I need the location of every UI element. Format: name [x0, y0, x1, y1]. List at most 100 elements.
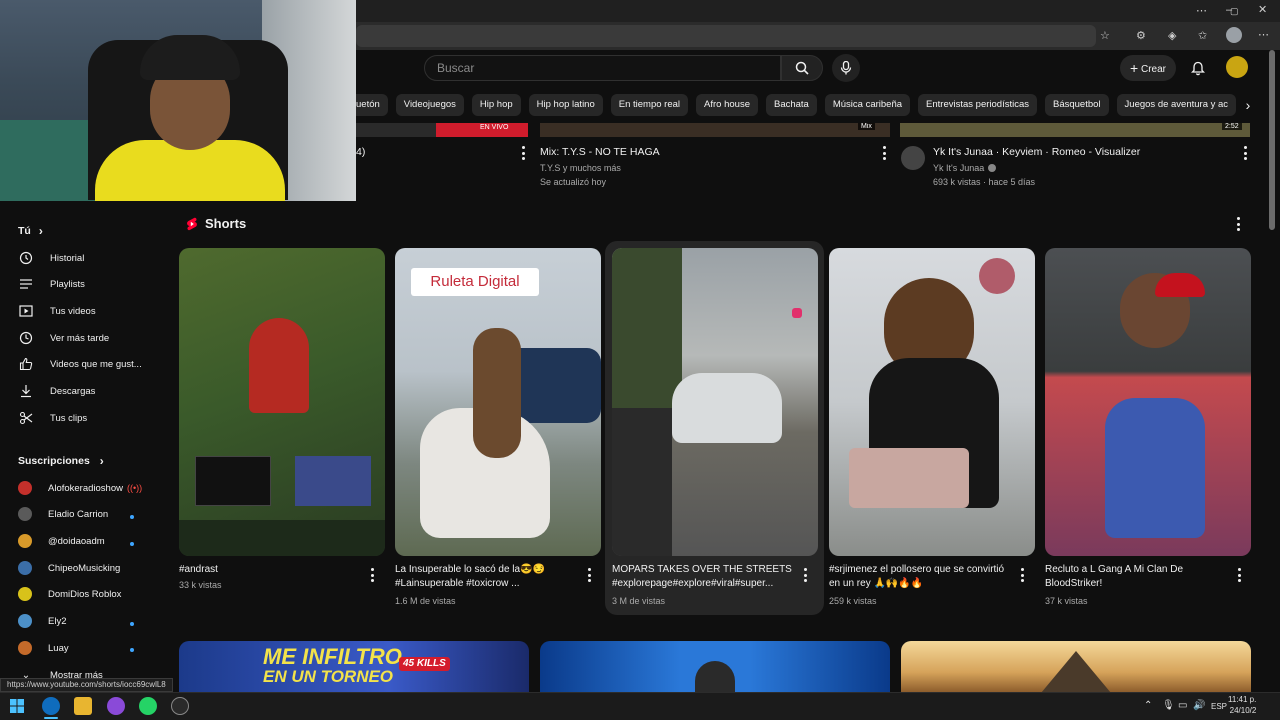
- more-vert-icon[interactable]: [879, 146, 889, 160]
- video-thumbnail[interactable]: EN VIVO: [356, 123, 528, 137]
- search-button[interactable]: [781, 55, 823, 81]
- more-vert-icon[interactable]: [584, 568, 594, 582]
- short-title[interactable]: Recluto a L Gang A Mi Clan De BloodStrik…: [1045, 563, 1225, 591]
- subscription-item[interactable]: ChipeoMusicking: [18, 558, 120, 578]
- duration-badge: 2:52: [1222, 123, 1242, 130]
- url-box[interactable]: [356, 25, 1096, 47]
- maximize-icon[interactable]: ▢: [1230, 4, 1239, 18]
- chip[interactable]: Hip hop latino: [528, 94, 603, 116]
- favorites-icon[interactable]: ✩: [1198, 29, 1207, 43]
- search-input[interactable]: Buscar: [424, 55, 781, 81]
- chip[interactable]: Entrevistas periodísticas: [918, 94, 1037, 116]
- language-indicator[interactable]: ESP: [1211, 702, 1227, 711]
- chip[interactable]: Videojuegos: [395, 94, 464, 116]
- short-title[interactable]: La Insuperable lo sacó de la😎😏 #Lainsupe…: [395, 563, 575, 591]
- short-thumbnail[interactable]: [1045, 248, 1251, 556]
- taskbar-clock[interactable]: 11:41 p. 24/10/2: [1228, 694, 1256, 716]
- more-vert-icon[interactable]: [1233, 217, 1243, 231]
- short-thumbnail[interactable]: [179, 248, 385, 556]
- video-thumbnail[interactable]: ME INFILTRO EN UN TORNEO 45 KILLS: [179, 641, 529, 693]
- create-button[interactable]: + Crear: [1120, 55, 1176, 81]
- more-vert-icon[interactable]: [1240, 146, 1250, 160]
- windows-start-icon[interactable]: [8, 697, 26, 715]
- sidebar-item-your-clips[interactable]: Tus clips: [18, 408, 87, 428]
- video-thumbnail[interactable]: 2:52: [900, 123, 1250, 137]
- profile-icon[interactable]: [1226, 27, 1242, 43]
- you-section-link[interactable]: Tú ›: [18, 224, 43, 238]
- video-thumbnail[interactable]: [540, 641, 890, 693]
- chip[interactable]: Bachata: [765, 94, 817, 116]
- chip[interactable]: Básquetbol: [1045, 94, 1109, 116]
- video-thumbnail[interactable]: Mix: [540, 123, 890, 137]
- chip[interactable]: Música caribeña: [824, 94, 911, 116]
- subscription-item[interactable]: Alofokeradioshow ((•)): [18, 478, 142, 498]
- subscription-item[interactable]: Luay: [18, 638, 69, 658]
- more-vert-icon[interactable]: [1017, 568, 1027, 582]
- thumbs-up-icon: [18, 356, 34, 372]
- sidebar-item-liked-videos[interactable]: Videos que me gust...: [18, 354, 142, 374]
- chevron-up-icon[interactable]: ⌃: [1144, 700, 1152, 711]
- sidebar-item-downloads[interactable]: Descargas: [18, 381, 95, 401]
- clock-icon: [18, 330, 34, 346]
- subscription-item[interactable]: Ely2: [18, 611, 66, 631]
- webcam-background: [0, 120, 100, 201]
- shield-icon[interactable]: ◈: [1168, 29, 1176, 43]
- live-icon: ((•)): [127, 483, 143, 493]
- subscription-item[interactable]: Eladio Carrion: [18, 504, 108, 524]
- short-thumbnail[interactable]: [612, 248, 818, 556]
- browser-menu-icon[interactable]: ⋯: [1258, 28, 1269, 42]
- scrollbar[interactable]: [1269, 50, 1275, 230]
- short-title[interactable]: #srjimenez el pollosero que se convirtió…: [829, 563, 1009, 591]
- shorts-heading: Shorts: [205, 216, 247, 231]
- category-chips: uetón Videojuegos Hip hop Hip hop latino En …: [356, 94, 1256, 116]
- edge-browser-icon[interactable]: [42, 697, 60, 715]
- channel-avatar: [18, 507, 32, 521]
- chip[interactable]: Juegos de aventura y ac: [1116, 94, 1237, 116]
- short-thumbnail[interactable]: [829, 248, 1035, 556]
- network-icon[interactable]: ▭: [1178, 700, 1187, 711]
- short-thumbnail[interactable]: Ruleta Digital: [395, 248, 601, 556]
- more-vert-icon[interactable]: [800, 568, 810, 582]
- messenger-icon[interactable]: [107, 697, 125, 715]
- sidebar-item-watch-later[interactable]: Ver más tarde: [18, 328, 109, 348]
- notifications-button[interactable]: [1188, 58, 1208, 78]
- whatsapp-icon[interactable]: [139, 697, 157, 715]
- video-title[interactable]: Mix: T.Y.S - NO TE HAGA: [540, 146, 660, 158]
- file-explorer-icon[interactable]: [74, 697, 92, 715]
- video-title[interactable]: Yk It's Junaa · Keyviem · Romeo - Visual…: [933, 146, 1140, 158]
- microphone-icon[interactable]: 🎙: [1162, 700, 1175, 711]
- obs-icon[interactable]: [171, 697, 189, 715]
- chip[interactable]: uetón: [356, 94, 388, 116]
- chip[interactable]: Afro house: [696, 94, 758, 116]
- sidebar-item-playlists[interactable]: Playlists: [18, 274, 85, 294]
- video-title[interactable]: 4): [356, 146, 365, 158]
- video-channel[interactable]: Yk It's Junaa: [933, 163, 984, 173]
- tab-actions-icon[interactable]: ⋯: [1196, 4, 1207, 18]
- channel-avatar[interactable]: [901, 146, 925, 170]
- chips-next-button[interactable]: ›: [1238, 94, 1258, 116]
- voice-search-button[interactable]: [832, 54, 860, 82]
- short-title[interactable]: MOPARS TAKES OVER THE STREETS #explorepa…: [612, 563, 792, 591]
- close-window-icon[interactable]: ✕: [1258, 3, 1267, 17]
- sidebar-item-history[interactable]: Historial: [18, 248, 84, 268]
- video-channel[interactable]: T.Y.S y muchos más: [540, 163, 621, 173]
- chip[interactable]: En tiempo real: [610, 94, 689, 116]
- video-thumbnail[interactable]: [901, 641, 1251, 693]
- subscriptions-link[interactable]: Suscripciones ›: [18, 454, 104, 468]
- chip[interactable]: Hip hop: [471, 94, 521, 116]
- account-avatar[interactable]: [1226, 56, 1248, 78]
- subscription-item[interactable]: DomiDios Roblox: [18, 584, 121, 604]
- more-vert-icon[interactable]: [367, 568, 377, 582]
- playlist-icon: [18, 276, 34, 292]
- subscription-item[interactable]: @doidaoadm: [18, 531, 105, 551]
- short-title[interactable]: #andrast: [179, 563, 359, 577]
- extensions-icon[interactable]: ⚙: [1136, 29, 1146, 43]
- more-vert-icon[interactable]: [1234, 568, 1244, 582]
- channel-avatar: [18, 641, 32, 655]
- channel-avatar: [18, 614, 32, 628]
- sidebar-item-your-videos[interactable]: Tus videos: [18, 301, 96, 321]
- volume-icon[interactable]: 🔊: [1193, 700, 1205, 711]
- favorite-star-icon[interactable]: ☆: [1100, 29, 1110, 43]
- more-vert-icon[interactable]: [518, 146, 528, 160]
- game-hud: [179, 520, 385, 556]
